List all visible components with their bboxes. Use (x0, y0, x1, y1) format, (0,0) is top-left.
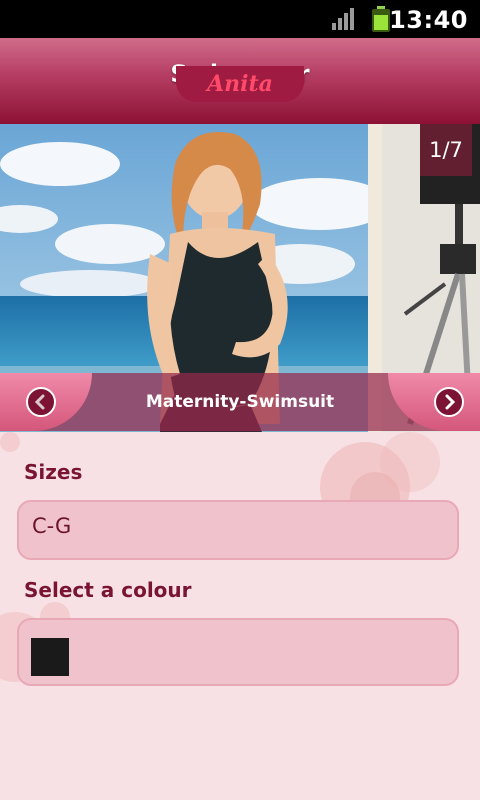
brand-logo-text: Anita (207, 71, 273, 97)
gallery-caption-bar: Maternity-Swimsuit (0, 373, 480, 431)
colour-label: Select a colour (24, 578, 192, 602)
product-details: Sizes C-G Select a colour (0, 432, 480, 800)
image-counter: 1/7 (420, 124, 472, 176)
prev-button[interactable] (26, 387, 56, 417)
sizes-field[interactable]: C-G (17, 500, 459, 560)
sizes-label: Sizes (24, 460, 83, 484)
sizes-value: C-G (32, 514, 72, 538)
decorative-bokeh (0, 432, 20, 452)
chevron-left-icon (34, 394, 45, 410)
signal-icon (332, 8, 354, 30)
status-bar: 13:40 (0, 0, 480, 38)
brand-logo: Anita (176, 66, 304, 102)
next-button[interactable] (434, 387, 464, 417)
prev-button-area[interactable] (0, 373, 92, 431)
battery-icon (372, 6, 390, 32)
next-button-area[interactable] (388, 373, 480, 431)
product-name: Maternity-Swimsuit (145, 392, 335, 412)
colour-selector[interactable] (17, 618, 459, 686)
chevron-right-icon (445, 394, 456, 410)
colour-swatch-black[interactable] (31, 638, 69, 676)
status-time: 13:40 (389, 6, 468, 34)
